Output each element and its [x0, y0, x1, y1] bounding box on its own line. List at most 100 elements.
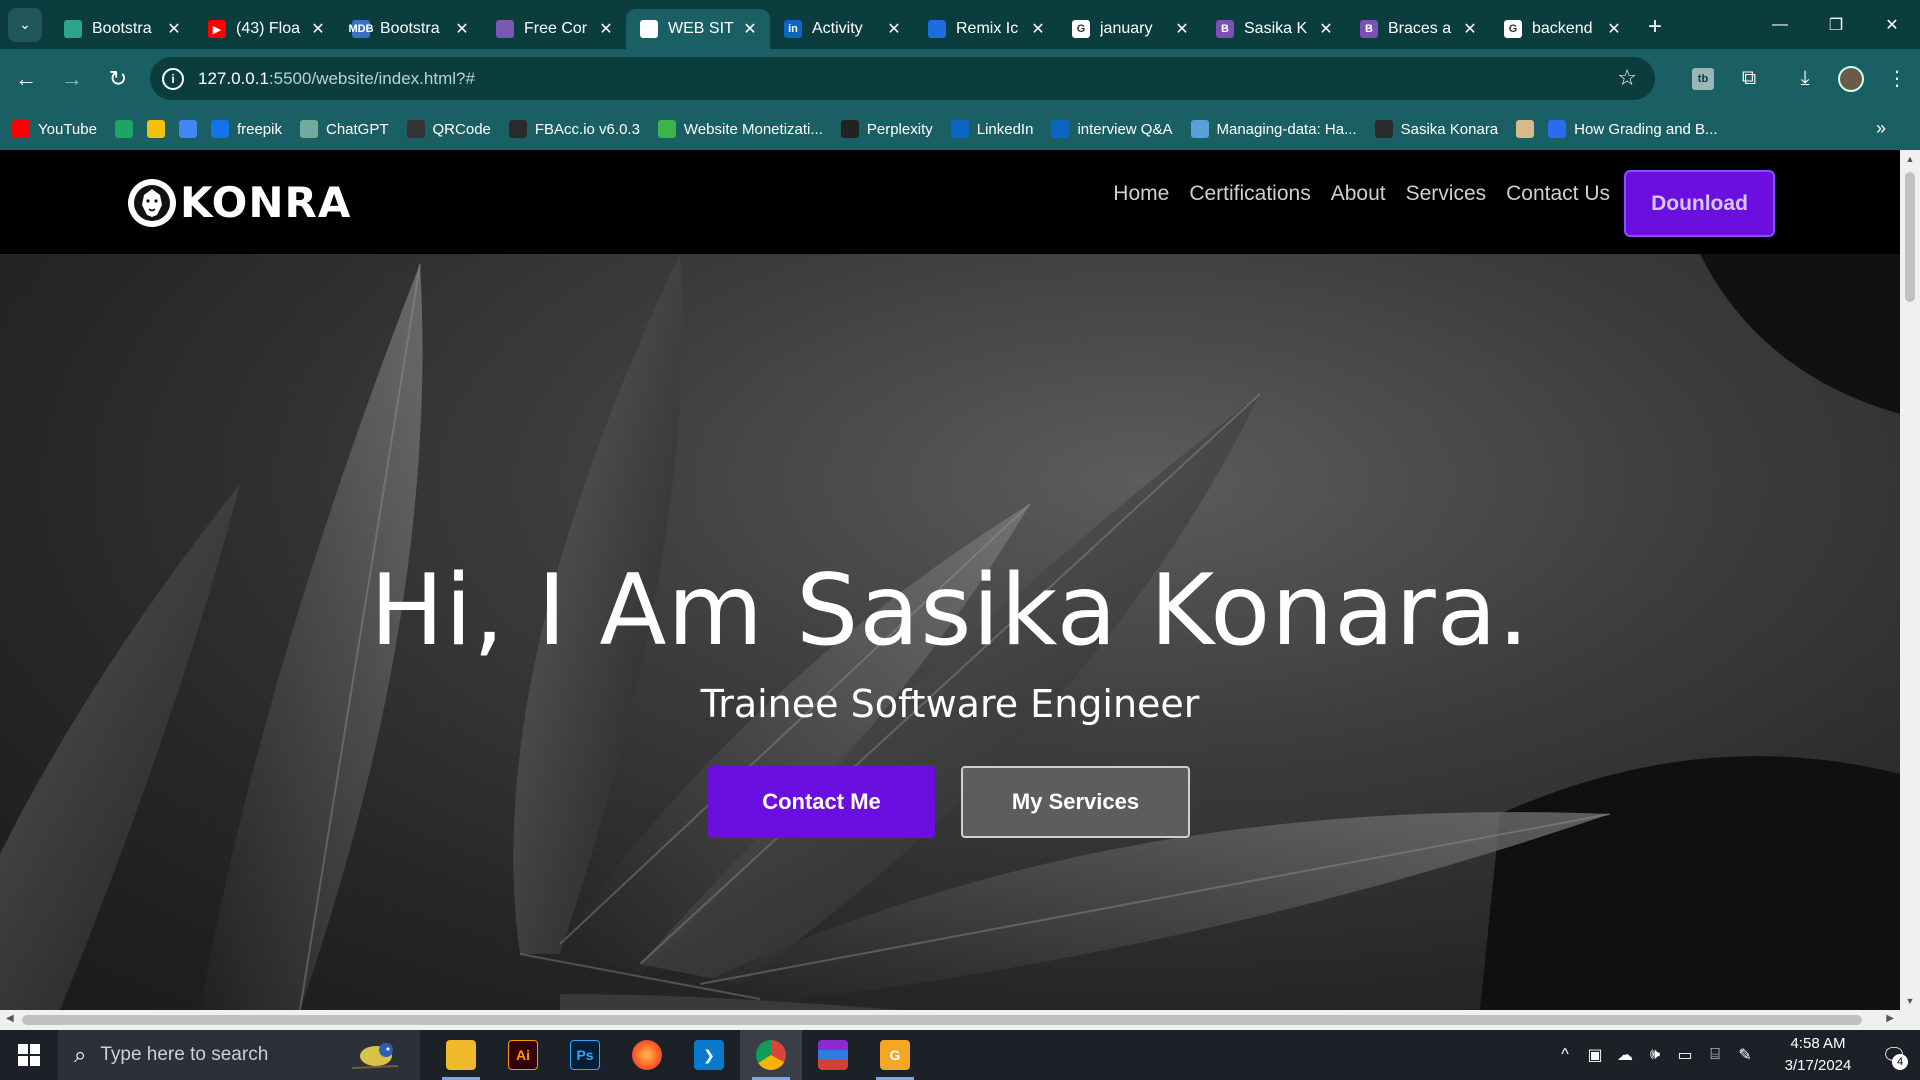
site-logo[interactable]: KONRA: [128, 178, 351, 227]
notification-center-button[interactable]: 🗨 4: [1868, 1030, 1920, 1080]
horizontal-scroll-thumb[interactable]: [22, 1015, 1862, 1025]
bookmark-item[interactable]: [114, 120, 133, 138]
close-window-button[interactable]: ✕: [1864, 0, 1920, 49]
bookmark-item[interactable]: FBAcc.io v6.0.3: [508, 120, 640, 138]
browser-tab[interactable]: Bootstra ✕: [50, 9, 194, 49]
tab-close-icon[interactable]: ✕: [164, 19, 184, 39]
illustrator-icon: Ai: [508, 1040, 538, 1070]
tab-close-icon[interactable]: ✕: [1172, 19, 1192, 39]
bookmark-item[interactable]: ChatGPT: [299, 120, 389, 138]
tab-close-icon[interactable]: ✕: [1316, 19, 1336, 39]
browser-tab[interactable]: Gjanuary ✕: [1058, 9, 1202, 49]
nav-services[interactable]: Services: [1406, 182, 1487, 206]
start-button[interactable]: [0, 1030, 58, 1080]
bookmark-item[interactable]: QRCode: [406, 120, 491, 138]
browser-tab[interactable]: MDB Bootstra ✕: [338, 9, 482, 49]
clock-date: 3/17/2024: [1784, 1057, 1852, 1074]
tab-close-icon[interactable]: ✕: [1604, 19, 1624, 39]
download-button[interactable]: Dounload: [1624, 170, 1775, 237]
nav-home[interactable]: Home: [1113, 182, 1169, 206]
browser-tab[interactable]: Free Cor ✕: [482, 9, 626, 49]
bookmark-favicon-icon: [1548, 120, 1567, 138]
scroll-up-icon[interactable]: ▲: [1900, 154, 1920, 164]
bookmark-item[interactable]: [146, 120, 165, 138]
bookmark-item[interactable]: Perplexity: [840, 120, 933, 138]
onedrive-cloud-icon[interactable]: ☁: [1610, 1045, 1640, 1065]
scroll-left-icon[interactable]: ◀: [6, 1013, 14, 1024]
bookmark-item[interactable]: Sasika Konara: [1374, 120, 1498, 138]
download-icon[interactable]: ⤓: [1782, 59, 1828, 99]
extensions-puzzle-icon[interactable]: ⧉: [1726, 59, 1772, 99]
restore-button[interactable]: ❐: [1808, 0, 1864, 49]
taskbar-photoshop[interactable]: Ps: [554, 1030, 616, 1080]
tab-close-icon[interactable]: ✕: [884, 19, 904, 39]
logo-text: KONRA: [180, 178, 352, 227]
taskbar-clock[interactable]: 4:58 AM 3/17/2024: [1768, 1033, 1868, 1077]
bookmark-star-icon[interactable]: ☆: [1617, 65, 1637, 91]
tab-close-icon[interactable]: ✕: [1460, 19, 1480, 39]
browser-tab[interactable]: ▶ (43) Floa ✕: [194, 9, 338, 49]
tab-close-icon[interactable]: ✕: [452, 19, 472, 39]
tab-close-icon[interactable]: ✕: [740, 19, 760, 39]
volume-icon[interactable]: 🕪: [1640, 1046, 1670, 1064]
taskbar-search[interactable]: ⌕ Type here to search: [58, 1030, 420, 1080]
tab-close-icon[interactable]: ✕: [1028, 19, 1048, 39]
site-info-icon[interactable]: i: [162, 67, 184, 90]
scroll-down-icon[interactable]: ▼: [1900, 996, 1920, 1006]
nav-about[interactable]: About: [1331, 182, 1386, 206]
bookmark-item[interactable]: [178, 120, 197, 138]
browser-tab[interactable]: B Braces a ✕: [1346, 9, 1490, 49]
taskbar-pdf-editor[interactable]: G: [864, 1030, 926, 1080]
reload-button[interactable]: ↻: [98, 59, 138, 99]
taskbar-vscode[interactable]: ❯: [678, 1030, 740, 1080]
my-services-button[interactable]: My Services: [961, 766, 1190, 838]
pen-workspace-icon[interactable]: ✎: [1730, 1045, 1760, 1065]
omnibox[interactable]: i 127.0.0.1:5500/website/index.html?# ☆: [150, 57, 1655, 100]
taskbar-file-explorer[interactable]: [430, 1030, 492, 1080]
bookmark-favicon-icon: [114, 120, 133, 138]
profile-avatar[interactable]: [1828, 59, 1874, 99]
bookmarks-overflow-icon[interactable]: »: [1876, 118, 1886, 139]
taskbar-illustrator[interactable]: Ai: [492, 1030, 554, 1080]
tab-close-icon[interactable]: ✕: [596, 19, 616, 39]
battery-icon[interactable]: ▭: [1670, 1045, 1700, 1065]
bookmark-item[interactable]: interview Q&A: [1051, 120, 1173, 138]
browser-tab[interactable]: Remix Ic ✕: [914, 9, 1058, 49]
browser-tab[interactable]: B Sasika K ✕: [1202, 9, 1346, 49]
bookmark-item[interactable]: How Grading and B...: [1548, 120, 1718, 138]
vertical-scrollbar[interactable]: ▲ ▼: [1900, 150, 1920, 1010]
bookmark-item[interactable]: LinkedIn: [950, 120, 1033, 138]
bookmark-item[interactable]: Managing-data: Ha...: [1190, 120, 1357, 138]
taskbar-firefox[interactable]: [616, 1030, 678, 1080]
network-icon[interactable]: ⌸: [1700, 1046, 1730, 1064]
bookmark-item[interactable]: [1516, 120, 1535, 138]
contact-me-button[interactable]: Contact Me: [708, 766, 935, 838]
taskbar-chrome[interactable]: [740, 1030, 802, 1080]
minimize-button[interactable]: —: [1752, 0, 1808, 49]
show-hidden-icons-chevron-icon[interactable]: ^: [1550, 1046, 1580, 1064]
forward-button[interactable]: →: [52, 59, 92, 99]
taskbar-winrar[interactable]: [802, 1030, 864, 1080]
nav-contact-us[interactable]: Contact Us: [1506, 182, 1610, 206]
tab-search-button[interactable]: ⌄: [8, 7, 42, 42]
browser-menu-icon[interactable]: ⋮: [1874, 59, 1920, 99]
back-button[interactable]: ←: [6, 59, 46, 99]
bookmark-item[interactable]: freepik: [210, 120, 282, 138]
browser-tab[interactable]: Gbackend ✕: [1490, 9, 1634, 49]
browser-tab[interactable]: in Activity ✕: [770, 9, 914, 49]
nav-certifications[interactable]: Certifications: [1189, 182, 1310, 206]
tab-favicon-icon: G: [1504, 20, 1522, 38]
scroll-right-icon[interactable]: ▶: [1886, 1013, 1894, 1024]
bookmark-item[interactable]: YouTube: [12, 120, 97, 138]
tab-favicon-icon: [928, 20, 946, 38]
bookmark-item[interactable]: Website Monetizati...: [657, 120, 823, 138]
new-tab-button[interactable]: +: [1648, 13, 1662, 41]
meet-now-icon[interactable]: ▣: [1580, 1045, 1610, 1065]
browser-tab[interactable]: WEB SIT ✕: [626, 9, 770, 49]
tab-close-icon[interactable]: ✕: [308, 19, 328, 39]
site-navbar: KONRA Home Certifications About Services…: [0, 150, 1900, 254]
vertical-scroll-thumb[interactable]: [1905, 172, 1915, 302]
extension-tb-icon[interactable]: tb: [1680, 59, 1726, 99]
horizontal-scrollbar[interactable]: ◀ ▶: [0, 1010, 1920, 1030]
bookmark-label: Perplexity: [866, 120, 933, 138]
